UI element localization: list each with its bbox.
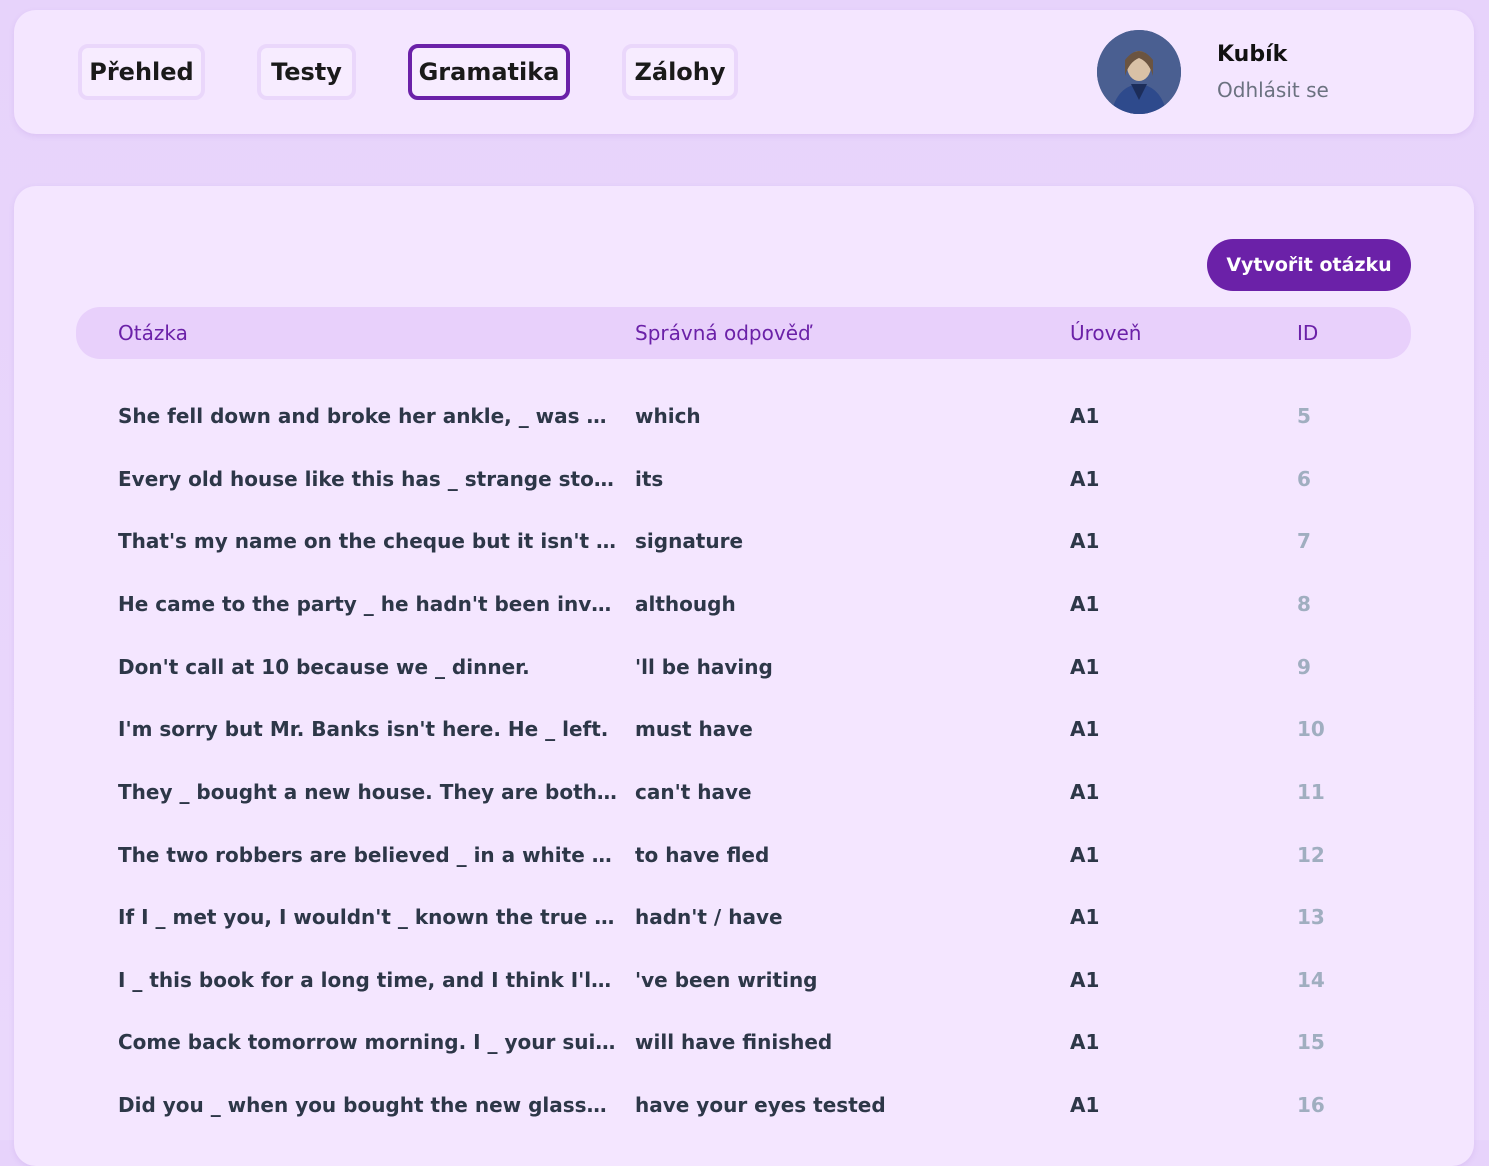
question-cell: Did you _ when you bought the new glasse… xyxy=(118,1093,618,1117)
level-cell: A1 xyxy=(1070,905,1100,929)
answer-cell: signature xyxy=(635,529,744,553)
table-row[interactable]: They _ bought a new house. They are both… xyxy=(76,761,1411,823)
table-row[interactable]: Every old house like this has _ strange … xyxy=(76,448,1411,510)
answer-cell: hadn't / have xyxy=(635,905,783,929)
question-cell: Every old house like this has _ strange … xyxy=(118,467,618,491)
id-cell: 10 xyxy=(1297,717,1325,741)
level-cell: A1 xyxy=(1070,467,1100,491)
answer-cell: will have finished xyxy=(635,1030,833,1054)
level-cell: A1 xyxy=(1070,1030,1100,1054)
table-row[interactable]: The two robbers are believed _ in a whit… xyxy=(76,824,1411,886)
table-row[interactable]: Come back tomorrow morning. I _ your sui… xyxy=(76,1011,1411,1073)
nav-tab-gramatika[interactable]: Gramatika xyxy=(408,44,570,100)
answer-cell: have your eyes tested xyxy=(635,1093,886,1117)
level-cell: A1 xyxy=(1070,843,1100,867)
table-row[interactable]: Don't call at 10 because we _ dinner. 'l… xyxy=(76,636,1411,698)
answer-cell: which xyxy=(635,404,701,428)
level-cell: A1 xyxy=(1070,404,1100,428)
table-row[interactable]: She fell down and broke her ankle, _ was… xyxy=(76,385,1411,447)
table-row[interactable]: That's my name on the cheque but it isn'… xyxy=(76,510,1411,572)
user-name: Kubík xyxy=(1217,42,1288,67)
avatar[interactable] xyxy=(1097,30,1181,114)
id-cell: 8 xyxy=(1297,592,1311,616)
answer-cell: 'll be having xyxy=(635,655,773,679)
table-row[interactable]: He came to the party _ he hadn't been in… xyxy=(76,573,1411,635)
level-cell: A1 xyxy=(1070,529,1100,553)
logout-link[interactable]: Odhlásit se xyxy=(1217,78,1329,102)
question-cell: Don't call at 10 because we _ dinner. xyxy=(118,655,530,679)
id-cell: 13 xyxy=(1297,905,1325,929)
question-cell: I'm sorry but Mr. Banks isn't here. He _… xyxy=(118,717,609,741)
table-row[interactable]: I _ this book for a long time, and I thi… xyxy=(76,949,1411,1011)
user-avatar-icon xyxy=(1097,30,1181,114)
id-cell: 7 xyxy=(1297,529,1311,553)
table-row[interactable]: I'm sorry but Mr. Banks isn't here. He _… xyxy=(76,698,1411,760)
level-cell: A1 xyxy=(1070,655,1100,679)
column-header-question: Otázka xyxy=(118,321,188,345)
answer-cell: to have fled xyxy=(635,843,770,867)
nav-tab-prehled[interactable]: Přehled xyxy=(78,44,205,100)
id-cell: 5 xyxy=(1297,404,1311,428)
question-cell: I _ this book for a long time, and I thi… xyxy=(118,968,618,992)
level-cell: A1 xyxy=(1070,1093,1100,1117)
column-header-level: Úroveň xyxy=(1070,321,1142,345)
question-cell: The two robbers are believed _ in a whit… xyxy=(118,843,618,867)
question-cell: They _ bought a new house. They are both… xyxy=(118,780,618,804)
question-cell: Come back tomorrow morning. I _ your sui… xyxy=(118,1030,618,1054)
table-header: Otázka Správná odpověď Úroveň ID xyxy=(76,307,1411,359)
question-cell: That's my name on the cheque but it isn'… xyxy=(118,529,618,553)
id-cell: 15 xyxy=(1297,1030,1325,1054)
id-cell: 11 xyxy=(1297,780,1325,804)
level-cell: A1 xyxy=(1070,592,1100,616)
id-cell: 9 xyxy=(1297,655,1311,679)
level-cell: A1 xyxy=(1070,717,1100,741)
answer-cell: its xyxy=(635,467,664,491)
nav-tab-testy[interactable]: Testy xyxy=(257,44,356,100)
nav-tab-zalohy[interactable]: Zálohy xyxy=(622,44,738,100)
id-cell: 14 xyxy=(1297,968,1325,992)
question-cell: He came to the party _ he hadn't been in… xyxy=(118,592,618,616)
column-header-id: ID xyxy=(1297,321,1319,345)
table-row[interactable]: Did you _ when you bought the new glasse… xyxy=(76,1074,1411,1136)
answer-cell: can't have xyxy=(635,780,752,804)
id-cell: 6 xyxy=(1297,467,1311,491)
answer-cell: must have xyxy=(635,717,753,741)
answer-cell: although xyxy=(635,592,736,616)
answer-cell: 've been writing xyxy=(635,968,818,992)
level-cell: A1 xyxy=(1070,968,1100,992)
create-question-button[interactable]: Vytvořit otázku xyxy=(1207,239,1411,291)
table-row[interactable]: If I _ met you, I wouldn't _ known the t… xyxy=(76,886,1411,948)
level-cell: A1 xyxy=(1070,780,1100,804)
id-cell: 16 xyxy=(1297,1093,1325,1117)
id-cell: 12 xyxy=(1297,843,1325,867)
grammar-questions-card: Vytvořit otázku Otázka Správná odpověď Ú… xyxy=(14,186,1474,1166)
top-navigation-bar: Přehled Testy Gramatika Zálohy Kubík Odh… xyxy=(14,10,1474,134)
column-header-answer: Správná odpověď xyxy=(635,321,811,345)
question-cell: She fell down and broke her ankle, _ was… xyxy=(118,404,618,428)
question-cell: If I _ met you, I wouldn't _ known the t… xyxy=(118,905,618,929)
